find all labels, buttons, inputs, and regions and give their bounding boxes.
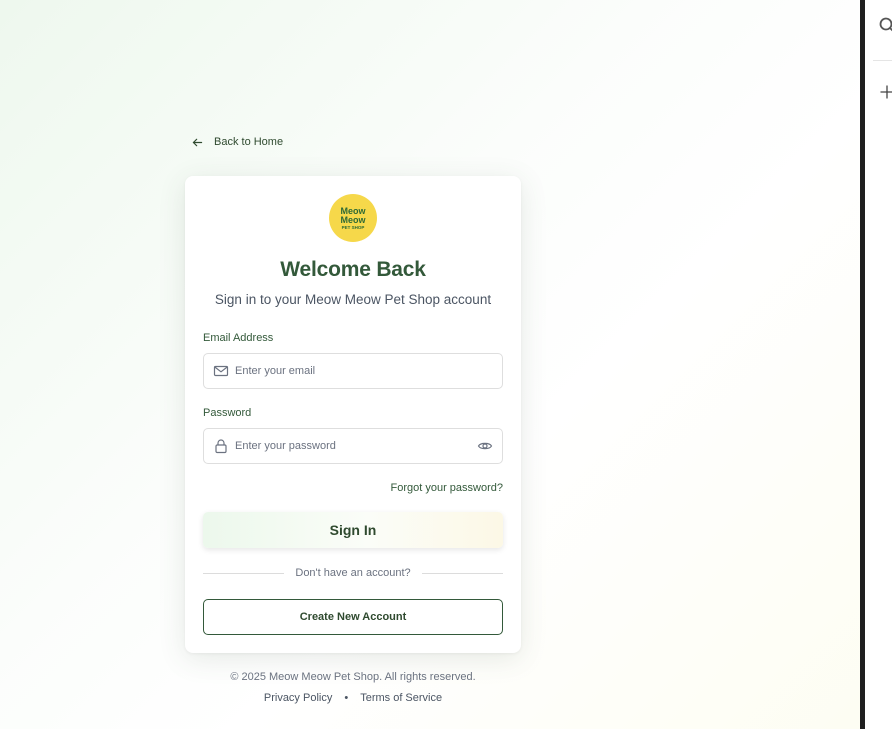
divider-line-left bbox=[203, 572, 285, 574]
password-input[interactable] bbox=[235, 429, 477, 463]
email-field-container bbox=[203, 353, 503, 389]
divider-line-right bbox=[421, 572, 503, 574]
password-field-container bbox=[203, 428, 503, 464]
logo-text-line2: Meow bbox=[340, 215, 366, 225]
sign-in-button[interactable]: Sign In bbox=[203, 512, 503, 548]
create-account-button[interactable]: Create New Account bbox=[203, 599, 503, 635]
eye-icon[interactable] bbox=[477, 438, 493, 454]
plus-icon[interactable] bbox=[879, 84, 892, 100]
side-panel bbox=[860, 0, 892, 729]
terms-of-service-link[interactable]: Terms of Service bbox=[360, 692, 442, 704]
back-to-home-link[interactable]: Back to Home bbox=[191, 134, 283, 150]
arrow-left-icon bbox=[192, 138, 203, 146]
page-title: Welcome Back bbox=[280, 258, 426, 281]
logo-text-line3: PET SHOP bbox=[341, 225, 365, 230]
back-to-home-label: Back to Home bbox=[214, 136, 284, 148]
lock-icon bbox=[215, 439, 227, 454]
login-card: Meow Meow PET SHOP Welcome Back Sign in … bbox=[185, 176, 521, 653]
login-page: Back to Home Meow Meow PET SHOP Welcome … bbox=[0, 0, 860, 729]
page-subtitle: Sign in to your Meow Meow Pet Shop accou… bbox=[214, 292, 492, 307]
side-panel-divider bbox=[873, 60, 892, 61]
search-icon[interactable] bbox=[878, 16, 892, 36]
email-label: Email Address bbox=[203, 332, 274, 344]
forgot-password-link[interactable]: Forgot your password? bbox=[391, 482, 504, 494]
account-divider: Don't have an account? bbox=[203, 566, 503, 580]
divider-text: Don't have an account? bbox=[295, 567, 411, 579]
email-input[interactable] bbox=[235, 354, 502, 388]
footer-separator: • bbox=[344, 692, 349, 704]
privacy-policy-link[interactable]: Privacy Policy bbox=[264, 692, 332, 704]
shop-logo: Meow Meow PET SHOP bbox=[329, 194, 377, 242]
footer-copyright: © 2025 Meow Meow Pet Shop. All rights re… bbox=[230, 671, 476, 683]
password-label: Password bbox=[203, 407, 252, 419]
footer-links: Privacy Policy • Terms of Service bbox=[185, 692, 521, 704]
mail-icon bbox=[213, 365, 229, 377]
